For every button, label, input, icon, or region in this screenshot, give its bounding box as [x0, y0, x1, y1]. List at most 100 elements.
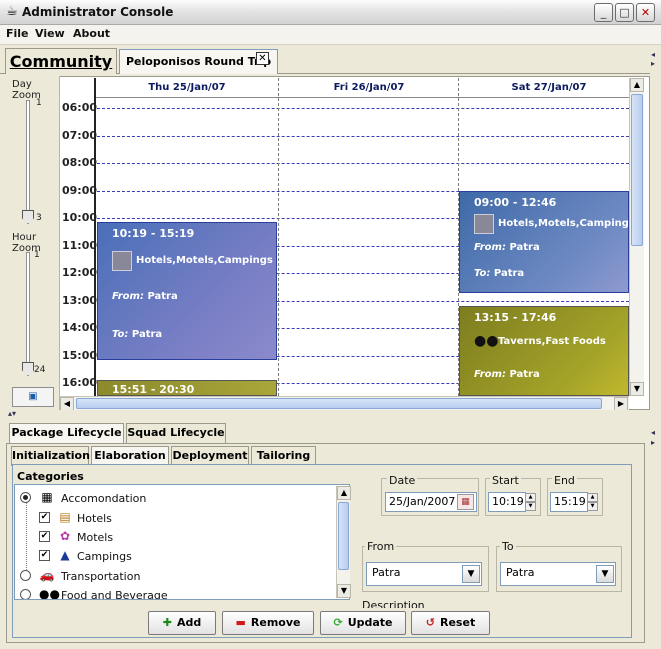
remove-button-label: Remove — [250, 616, 301, 629]
tree-item[interactable]: ✔ ▲ Campings — [15, 547, 333, 566]
calendar-horizontal-scrollbar[interactable]: ◀ ▶ — [60, 396, 629, 411]
event-block[interactable]: 10:19 - 15:19 Hotels,Motels,Campings Fro… — [97, 222, 277, 360]
hour-zoom-slider-thumb[interactable] — [22, 362, 34, 376]
event-from-label: From: — [474, 242, 506, 253]
scroll-down-icon[interactable]: ▼ — [630, 382, 644, 396]
accommodation-icon — [474, 214, 494, 234]
event-time: 09:00 - 12:46 — [474, 196, 557, 209]
hour-label: 16:00 — [62, 376, 98, 389]
add-button[interactable]: ✚ Add — [148, 611, 216, 635]
event-from: From: Patra — [474, 242, 540, 253]
event-to-label: To: — [112, 329, 129, 340]
hour-zoom-slider[interactable] — [26, 252, 30, 372]
collapse-right-arrow-icon-2[interactable]: ◂ — [651, 428, 655, 437]
update-button[interactable]: ⟳ Update — [320, 611, 406, 635]
split-pane-divider[interactable]: ▴▾ — [6, 409, 650, 418]
minimize-button[interactable]: _ — [594, 3, 613, 22]
event-to: To: Patra — [112, 329, 162, 340]
hour-label: 10:00 — [62, 211, 98, 224]
vertical-scroll-thumb[interactable] — [338, 502, 349, 570]
tab-elaboration[interactable]: Elaboration — [91, 446, 169, 466]
maximize-button[interactable]: □ — [615, 3, 634, 22]
tree-item[interactable]: ●● Food and Beverage — [15, 586, 333, 599]
menu-file[interactable]: File — [6, 27, 29, 40]
scroll-up-icon[interactable]: ▲ — [337, 486, 351, 500]
end-spin-up-icon[interactable]: ▲ — [587, 493, 598, 502]
start-time-field[interactable]: 10:19 — [488, 492, 526, 512]
menu-view[interactable]: View — [35, 27, 65, 40]
tab-squad-lifecycle[interactable]: Squad Lifecycle — [126, 423, 226, 443]
tab-tailoring[interactable]: Tailoring — [251, 446, 316, 466]
start-spin-down-icon[interactable]: ▼ — [525, 502, 536, 511]
day-header: Fri 26/Jan/07 — [333, 82, 405, 93]
remove-button[interactable]: ▬ Remove — [222, 611, 314, 635]
tree-item[interactable]: ✔ ✿ Motels — [15, 528, 333, 547]
vertical-scroll-thumb[interactable] — [631, 94, 643, 246]
tree-item[interactable]: 🚗 Transportation — [15, 567, 333, 586]
event-to: To: Patra — [474, 268, 524, 279]
hour-label: 13:00 — [62, 293, 98, 307]
motels-checkbox[interactable]: ✔ — [39, 531, 50, 542]
chevron-down-icon[interactable]: ▼ — [462, 565, 480, 583]
day-zoom-slider-thumb[interactable] — [22, 210, 34, 224]
hour-label: 06:00 — [62, 101, 98, 114]
collapse-right-arrow-icon[interactable]: ◂ — [651, 50, 655, 59]
accommodation-icon — [112, 251, 132, 271]
close-tab-icon[interactable]: ✕ — [256, 52, 269, 65]
zoom-panel: Day Zoom 1 3 Hour Zoom 1 24 — [6, 76, 60, 410]
campings-checkbox[interactable]: ✔ — [39, 550, 50, 561]
categories-scrollbar[interactable]: ▲ ▼ — [336, 486, 351, 598]
expand-right-arrow-icon-2[interactable]: ▸ — [651, 438, 655, 447]
tab-initialization[interactable]: Initialization — [11, 446, 90, 466]
hour-label: 14:00 — [62, 321, 98, 334]
start-spin-up-icon[interactable]: ▲ — [525, 493, 536, 502]
tree-item[interactable]: ✔ ▤ Hotels — [15, 509, 333, 528]
day-header: Thu 25/Jan/07 — [148, 82, 226, 93]
transportation-radio[interactable] — [20, 570, 31, 581]
title-bar: ☕ Administrator Console _ □ ✕ — [0, 0, 661, 25]
tab-package-lifecycle[interactable]: Package Lifecycle — [9, 423, 124, 443]
scroll-left-icon[interactable]: ◀ — [60, 397, 74, 411]
menu-about[interactable]: About — [73, 27, 110, 40]
main-tab-strip: Community Peloponisos Round Trip — [0, 46, 661, 74]
event-block[interactable]: 13:15 - 17:46 ●● Taverns,Fast Foods From… — [459, 306, 629, 396]
splitter-arrow-icon[interactable]: ▴▾ — [8, 409, 16, 418]
tree-item[interactable]: ▦ Accomondation — [15, 489, 333, 508]
fit-view-button[interactable]: ▣ — [12, 387, 54, 407]
reset-button[interactable]: ↺ Reset — [411, 611, 490, 635]
day-zoom-slider[interactable] — [26, 100, 30, 220]
scroll-right-icon[interactable]: ▶ — [614, 397, 628, 411]
scroll-down-icon[interactable]: ▼ — [337, 584, 351, 598]
calendar-vertical-scrollbar[interactable]: ▲ ▼ — [629, 78, 644, 396]
horizontal-scroll-thumb[interactable] — [76, 398, 602, 409]
food-beverage-radio[interactable] — [20, 589, 31, 599]
event-from-value: Patra — [509, 369, 540, 380]
reset-button-label: Reset — [440, 616, 476, 629]
plus-icon: ✚ — [162, 616, 172, 629]
hotels-checkbox[interactable]: ✔ — [39, 512, 50, 523]
categories-label: Categories — [17, 470, 84, 483]
event-from: From: Patra — [474, 369, 540, 380]
calendar-picker-icon[interactable]: ▦ — [457, 494, 474, 510]
event-from-value: Patra — [509, 242, 540, 253]
from-label: From — [365, 540, 397, 553]
day-divider — [278, 78, 279, 396]
event-block[interactable]: 09:00 - 12:46 Hotels,Motels,Campings Fro… — [459, 191, 629, 293]
hour-column: 06:00 07:00 08:00 09:00 10:00 11:00 12:00 13:00… — [60, 78, 98, 396]
chevron-down-icon[interactable]: ▼ — [596, 565, 614, 583]
scroll-up-icon[interactable]: ▲ — [630, 78, 644, 92]
tab-peloponisos-round-trip[interactable]: Peloponisos Round Trip — [119, 49, 278, 74]
window-title: Administrator Console — [22, 5, 174, 19]
event-block[interactable]: 15:51 - 20:30 — [97, 380, 277, 396]
tab-deployment[interactable]: Deployment — [171, 446, 249, 466]
end-time-field[interactable]: 15:19 — [550, 492, 588, 512]
close-window-button[interactable]: ✕ — [636, 3, 655, 22]
tab-community[interactable]: Community — [5, 48, 117, 74]
food-icon: ●● — [474, 333, 499, 349]
event-categories: Taverns,Fast Foods — [498, 336, 606, 347]
expand-right-arrow-icon[interactable]: ▸ — [651, 59, 655, 68]
accommodation-radio[interactable] — [20, 492, 31, 503]
event-from-label: From: — [474, 369, 506, 380]
day-zoom-max: 1 — [36, 98, 42, 108]
end-spin-down-icon[interactable]: ▼ — [587, 502, 598, 511]
